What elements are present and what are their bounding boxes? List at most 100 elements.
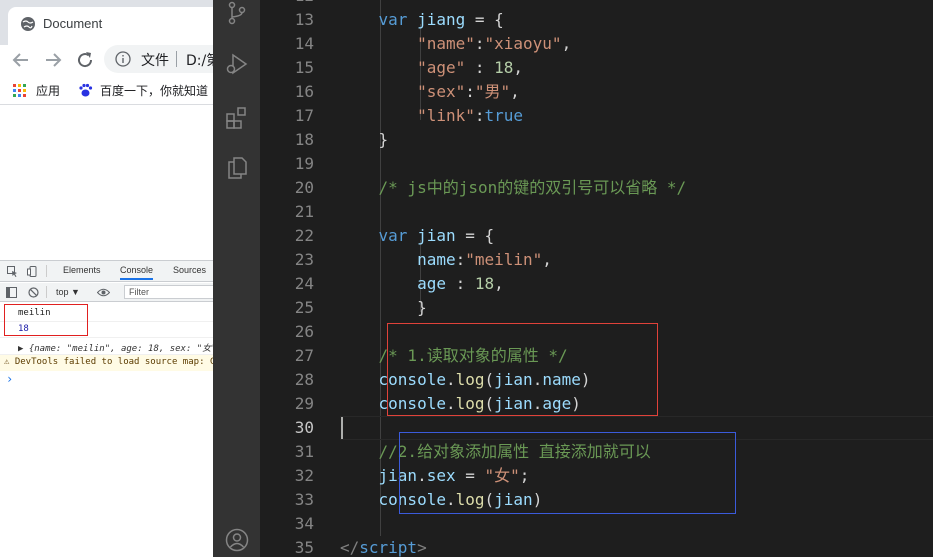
line-number: 12 bbox=[260, 0, 314, 8]
code-text: } bbox=[340, 128, 389, 152]
line-number: 29 bbox=[294, 394, 314, 413]
annotation-box-red bbox=[387, 323, 658, 416]
filter-placeholder: Filter bbox=[129, 287, 149, 297]
code-token: "sex" bbox=[417, 82, 466, 101]
code-token: var bbox=[378, 226, 408, 245]
bookmarks-bar: 应用 百度一下，你就知道 bbox=[0, 77, 213, 105]
code-line[interactable]: 13 var jiang = { bbox=[260, 8, 933, 32]
apps-grid-icon bbox=[13, 84, 26, 97]
explorer-icon[interactable] bbox=[225, 156, 249, 180]
code-token: : bbox=[465, 82, 475, 101]
tab-elements[interactable]: Elements bbox=[63, 265, 101, 275]
code-line[interactable]: 24 age : 18, bbox=[260, 272, 933, 296]
code-line[interactable]: 12 bbox=[260, 0, 933, 8]
code-line[interactable]: 25 } bbox=[260, 296, 933, 320]
source-control-icon[interactable] bbox=[225, 1, 249, 25]
line-number: 20 bbox=[294, 178, 314, 197]
code-line[interactable]: 14 "name":"xiaoyu", bbox=[260, 32, 933, 56]
tab-title: Document bbox=[43, 16, 103, 31]
code-token: 18 bbox=[494, 58, 514, 77]
security-label: 文件 bbox=[141, 53, 169, 69]
code-text: /* js中的json的键的双引号可以省略 */ bbox=[340, 176, 687, 200]
code-line[interactable]: 22 var jian = { bbox=[260, 224, 933, 248]
line-number: 14 bbox=[294, 34, 314, 53]
code-token: , bbox=[494, 274, 504, 293]
code-token: var bbox=[378, 10, 408, 29]
code-token: , bbox=[510, 82, 520, 101]
code-token: "name" bbox=[417, 34, 475, 53]
reload-icon[interactable] bbox=[73, 48, 97, 72]
code-text: </script> bbox=[340, 536, 427, 557]
tab-console[interactable]: Console bbox=[120, 265, 154, 280]
address-bar[interactable]: 文件 D:/第 bbox=[104, 45, 213, 73]
context-selector[interactable]: top ▼ bbox=[56, 287, 80, 297]
code-token: true bbox=[484, 106, 524, 125]
text-cursor bbox=[341, 417, 343, 439]
forward-arrow-icon[interactable] bbox=[41, 48, 65, 72]
code-line[interactable]: 18 } bbox=[260, 128, 933, 152]
omnibox-divider bbox=[176, 51, 177, 67]
code-token: age bbox=[417, 274, 446, 293]
code-line[interactable]: 16 "sex":"男", bbox=[260, 80, 933, 104]
line-number: 34 bbox=[294, 514, 314, 533]
code-line[interactable]: 34 bbox=[260, 512, 933, 536]
line-number: 16 bbox=[294, 82, 314, 101]
code-token: : bbox=[445, 274, 475, 293]
code-line[interactable]: 21 bbox=[260, 200, 933, 224]
line-number: 30 bbox=[294, 418, 314, 437]
url-text[interactable]: D:/第 bbox=[186, 50, 213, 70]
line-number: 15 bbox=[294, 58, 314, 77]
code-text: } bbox=[340, 296, 427, 320]
code-token: : bbox=[465, 58, 495, 77]
bookmark-apps[interactable]: 应用 bbox=[36, 82, 60, 99]
console-text: ▶ {name: "meilin", age: 18, sex: "女"} bbox=[18, 344, 213, 354]
code-line[interactable]: 17 "link":true bbox=[260, 104, 933, 128]
line-number: 33 bbox=[294, 490, 314, 509]
console-object-line[interactable]: ▶ {name: "meilin", age: 18, sex: "女"} bbox=[0, 339, 213, 355]
clear-console-icon[interactable] bbox=[28, 287, 39, 298]
eye-icon[interactable] bbox=[97, 287, 110, 298]
inspect-element-icon[interactable] bbox=[7, 266, 18, 277]
code-line[interactable]: 15 "age" : 18, bbox=[260, 56, 933, 80]
code-token: "link" bbox=[417, 106, 475, 125]
toolbar-separator bbox=[46, 286, 47, 298]
info-icon[interactable] bbox=[115, 51, 131, 67]
code-token: "age" bbox=[417, 58, 466, 77]
code-token: name bbox=[417, 250, 456, 269]
tab-sources[interactable]: Sources bbox=[173, 265, 206, 275]
run-debug-icon[interactable] bbox=[225, 52, 249, 76]
code-line[interactable]: 19 bbox=[260, 152, 933, 176]
annotation-box-blue bbox=[399, 432, 736, 514]
code-token: /* js中的json的键的双引号可以省略 */ bbox=[378, 178, 687, 197]
code-line[interactable]: 35 </script> bbox=[260, 536, 933, 557]
console-prompt[interactable]: › bbox=[0, 372, 213, 388]
sidebar-toggle-icon[interactable] bbox=[6, 287, 17, 298]
code-token: </ bbox=[340, 538, 360, 557]
code-editor[interactable]: 1213 var jiang = {14 "name":"xiaoyu",15 … bbox=[260, 0, 933, 557]
code-token: = { bbox=[455, 226, 495, 245]
code-line[interactable]: 23 name:"meilin", bbox=[260, 248, 933, 272]
line-number: 23 bbox=[294, 250, 314, 269]
device-toggle-icon[interactable] bbox=[27, 266, 38, 277]
extensions-icon[interactable] bbox=[225, 106, 249, 130]
account-icon[interactable] bbox=[225, 528, 249, 552]
console-filter-input[interactable]: Filter bbox=[124, 285, 213, 299]
line-number: 13 bbox=[294, 10, 314, 29]
code-token: : bbox=[455, 250, 466, 269]
bookmark-baidu[interactable]: 百度一下，你就知道 bbox=[100, 82, 208, 99]
browser-tab[interactable]: Document bbox=[8, 7, 213, 45]
code-line[interactable]: 20 /* js中的json的键的双引号可以省略 */ bbox=[260, 176, 933, 200]
code-token: } bbox=[340, 298, 427, 317]
back-arrow-icon[interactable] bbox=[9, 48, 33, 72]
code-text: var jiang = { bbox=[340, 8, 504, 32]
